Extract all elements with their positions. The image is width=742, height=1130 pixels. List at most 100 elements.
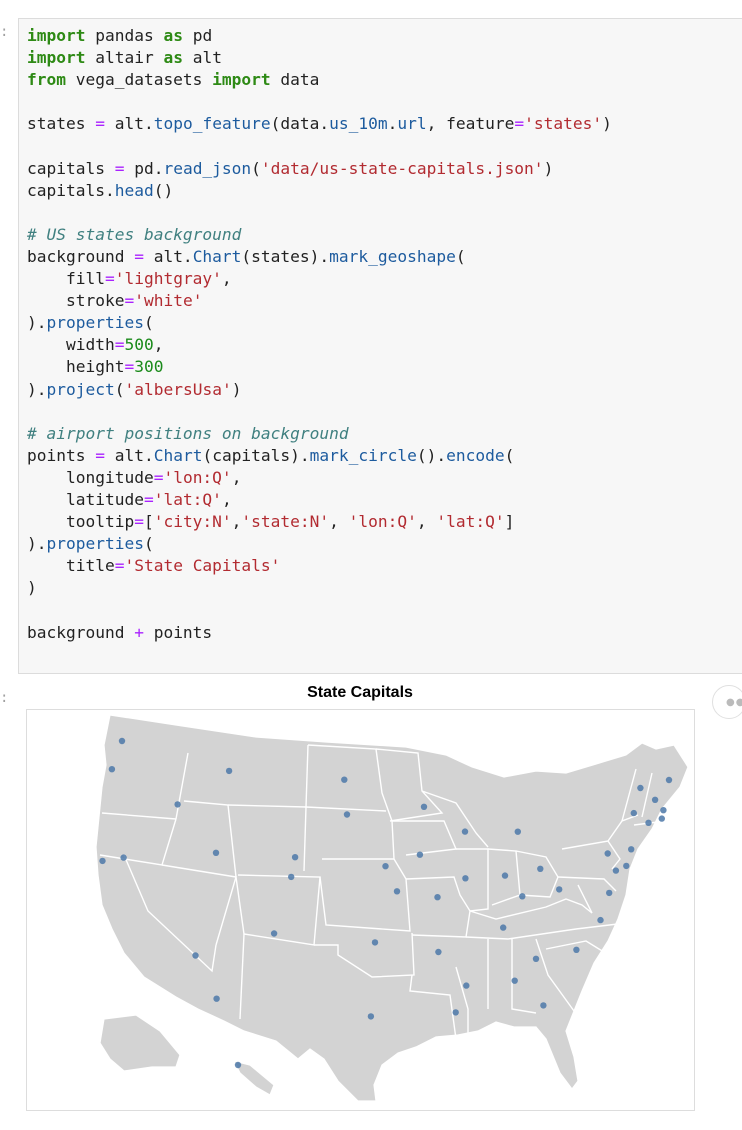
code-token: =	[124, 357, 135, 377]
code-token: states	[27, 114, 96, 134]
code-token: head	[114, 180, 154, 200]
capital-point[interactable]	[630, 809, 637, 817]
code-token: =	[134, 512, 144, 532]
capital-point[interactable]	[435, 948, 442, 956]
capital-point[interactable]	[343, 811, 351, 818]
code-line: stroke='white'	[27, 291, 202, 310]
capital-point[interactable]	[462, 875, 469, 882]
capital-point[interactable]	[501, 872, 509, 879]
code-token: =	[153, 467, 164, 487]
code-token: 'white'	[134, 291, 203, 311]
capital-point[interactable]	[623, 862, 630, 870]
code-token: mark_circle	[309, 445, 417, 465]
code-token: project	[46, 379, 115, 399]
code-token: , feature	[426, 114, 515, 134]
code-token: import	[27, 48, 86, 68]
capital-point[interactable]	[99, 857, 106, 865]
capital-point[interactable]	[225, 767, 233, 775]
capital-point[interactable]	[452, 1009, 459, 1016]
capital-point[interactable]	[213, 995, 220, 1002]
code-line: )	[27, 578, 37, 597]
code-token: =	[114, 556, 125, 576]
capital-point[interactable]	[291, 854, 299, 861]
code-token: =	[124, 291, 135, 311]
code-token: (	[143, 313, 154, 333]
state-capitals-chart[interactable]	[26, 709, 695, 1111]
code-token: ,	[416, 512, 437, 532]
capital-point[interactable]	[537, 865, 544, 872]
capital-point[interactable]	[118, 737, 126, 745]
code-token: Chart	[192, 246, 242, 266]
capital-point[interactable]	[416, 851, 424, 858]
code-token: 'lat:Q'	[436, 512, 505, 532]
code-token: fill	[27, 269, 105, 289]
code-token: 'states'	[524, 114, 603, 134]
capital-point[interactable]	[174, 801, 181, 808]
capital-point[interactable]	[463, 982, 470, 989]
capital-point[interactable]	[371, 939, 379, 946]
capital-point[interactable]	[434, 894, 441, 901]
capital-point[interactable]	[270, 930, 278, 937]
capital-point[interactable]	[500, 924, 507, 931]
code-token: width	[27, 335, 115, 355]
code-token: ().	[416, 445, 447, 465]
capital-point[interactable]	[573, 946, 580, 953]
code-cell[interactable]: import pandas as pd import altair as alt…	[18, 18, 742, 674]
code-line: from vega_datasets import data	[27, 70, 319, 89]
capital-point[interactable]	[651, 796, 659, 803]
capital-point[interactable]	[511, 977, 518, 984]
code-token: (	[251, 158, 261, 178]
code-line: background + points	[27, 623, 212, 642]
code-line: # US states background	[27, 225, 241, 244]
capital-point[interactable]	[393, 888, 401, 895]
capital-point[interactable]	[341, 776, 348, 783]
code-line: longitude='lon:Q',	[27, 468, 241, 487]
chart-actions-menu-button[interactable]: ●●●	[712, 685, 742, 719]
chart-title: State Capitals	[307, 684, 413, 701]
code-token: us_10m	[329, 114, 388, 134]
capital-point[interactable]	[612, 867, 620, 874]
code-token: height	[27, 357, 125, 377]
code-token: =	[95, 445, 105, 465]
capital-point[interactable]	[660, 807, 667, 814]
code-token: =	[514, 114, 525, 134]
code-line: tooltip=['city:N','state:N', 'lon:Q', 'l…	[27, 512, 514, 531]
capital-point[interactable]	[461, 828, 469, 835]
capital-point[interactable]	[519, 893, 526, 900]
code-token: 'state:N'	[241, 512, 330, 532]
code-editor[interactable]: import pandas as pd import altair as alt…	[19, 19, 742, 644]
code-token: background	[27, 246, 135, 266]
capital-point[interactable]	[628, 846, 635, 853]
capital-point[interactable]	[288, 873, 295, 881]
code-token: 500	[124, 335, 154, 355]
code-token: as	[163, 48, 183, 68]
code-token: properties	[46, 534, 144, 554]
capital-point[interactable]	[192, 952, 199, 959]
capital-point[interactable]	[606, 889, 613, 897]
code-token: pandas	[85, 26, 164, 45]
code-token: (	[504, 445, 515, 465]
code-token: [	[143, 512, 154, 532]
capital-point[interactable]	[108, 766, 116, 773]
capital-point[interactable]	[367, 1013, 375, 1020]
code-token: .	[387, 114, 398, 134]
capital-point[interactable]	[556, 886, 563, 893]
capital-point[interactable]	[665, 776, 673, 784]
capital-point[interactable]	[532, 955, 540, 962]
capital-point[interactable]	[420, 803, 428, 810]
code-token: (capitals).	[202, 445, 310, 465]
capital-point[interactable]	[212, 849, 220, 856]
capital-point[interactable]	[604, 850, 611, 857]
capital-point[interactable]	[514, 828, 521, 835]
capital-point[interactable]	[382, 863, 389, 870]
capital-point[interactable]	[540, 1002, 547, 1009]
capital-point[interactable]	[645, 819, 652, 826]
code-token: =	[143, 489, 154, 509]
capital-point[interactable]	[234, 1061, 242, 1069]
code-token: ,	[221, 489, 232, 509]
capital-point[interactable]	[637, 784, 644, 792]
capital-point[interactable]	[658, 815, 665, 822]
capital-point[interactable]	[597, 916, 604, 924]
capital-point[interactable]	[120, 854, 127, 861]
code-token: 'State Capitals'	[124, 556, 281, 576]
